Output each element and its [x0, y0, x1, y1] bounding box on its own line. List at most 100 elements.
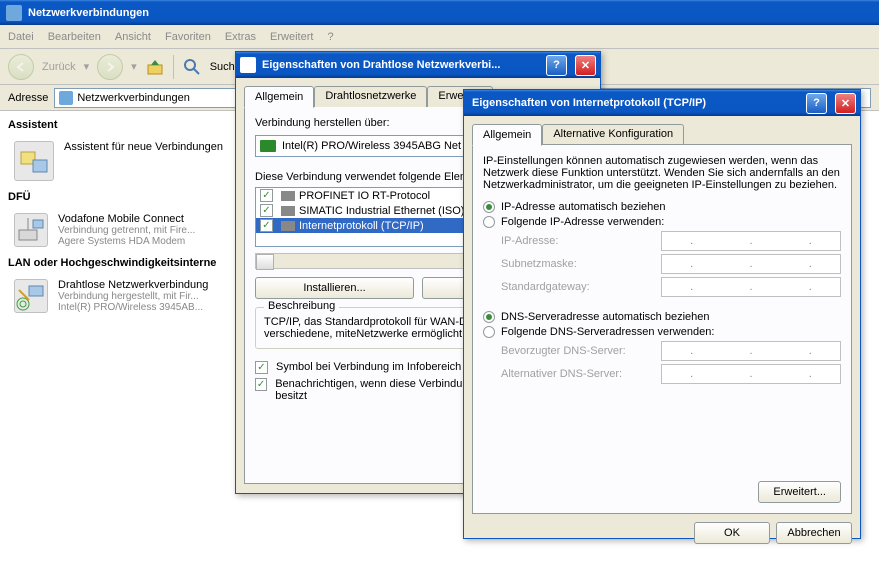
protocol-icon: [281, 221, 295, 231]
row-ip: IP-Adresse: ...: [501, 231, 841, 251]
menu-extras[interactable]: Extras: [225, 31, 256, 43]
radio-icon: [483, 326, 495, 338]
address-value: Netzwerkverbindungen: [77, 92, 190, 104]
protocol-icon: [281, 206, 295, 216]
input-ip[interactable]: ...: [661, 231, 841, 251]
adapter-name: Intel(R) PRO/Wireless 3945ABG Net: [282, 140, 461, 152]
back-dropdown-icon[interactable]: ▾: [84, 60, 90, 73]
up-folder-icon[interactable]: [145, 57, 165, 77]
advanced-button[interactable]: Erweitert...: [758, 481, 841, 503]
tab-drahtlosnetzwerke[interactable]: Drahtlosnetzwerke: [314, 86, 427, 107]
input-subnet[interactable]: ...: [661, 254, 841, 274]
row-subnet: Subnetzmaske: ...: [501, 254, 841, 274]
dlg2-titlebar[interactable]: Eigenschaften von Internetprotokoll (TCP…: [464, 90, 860, 116]
dlg1-title: Eigenschaften von Drahtlose Netzwerkverb…: [262, 59, 538, 71]
menu-file[interactable]: Datei: [8, 31, 34, 43]
lbl-subnet: Subnetzmaske:: [501, 258, 661, 270]
item-name: Assistent für neue Verbindungen: [64, 141, 223, 153]
forward-button[interactable]: [97, 54, 123, 80]
search-icon[interactable]: [182, 57, 202, 77]
proto-checkbox[interactable]: [260, 204, 273, 217]
item-status: Verbindung getrennt, mit Fire...: [58, 225, 195, 236]
back-button[interactable]: [8, 54, 34, 80]
row-dns2: Alternativer DNS-Server: ...: [501, 364, 841, 384]
menu-edit[interactable]: Bearbeiten: [48, 31, 101, 43]
back-label: Zurück: [42, 61, 76, 73]
row-dns1: Bevorzugter DNS-Server: ...: [501, 341, 841, 361]
ip-fields: IP-Adresse: ... Subnetzmaske: ... Standa…: [483, 231, 841, 297]
network-connections-icon: [6, 5, 22, 21]
address-icon: [59, 91, 73, 105]
protocol-icon: [281, 191, 295, 201]
item-name: Drahtlose Netzwerkverbindung: [58, 279, 208, 291]
input-dns1[interactable]: ...: [661, 341, 841, 361]
proto-name: Internetprotokoll (TCP/IP): [299, 220, 424, 232]
dlg2-title: Eigenschaften von Internetprotokoll (TCP…: [468, 97, 798, 109]
chk-tray-label: Symbol bei Verbindung im Infobereich an: [276, 361, 477, 373]
dlg2-buttons: OK Abbrechen: [472, 522, 852, 544]
input-gateway[interactable]: ...: [661, 277, 841, 297]
main-title: Netzwerkverbindungen: [28, 7, 149, 19]
tab-allgemein[interactable]: Allgemein: [244, 86, 314, 108]
proto-checkbox[interactable]: [260, 219, 273, 232]
lbl-ip: IP-Adresse:: [501, 235, 661, 247]
menu-view[interactable]: Ansicht: [115, 31, 151, 43]
dlg2-help-button[interactable]: ?: [806, 93, 827, 114]
chk-tray-icon[interactable]: [255, 361, 268, 374]
install-button[interactable]: Installieren...: [255, 277, 414, 299]
proto-name: PROFINET IO RT-Protocol: [299, 190, 430, 202]
radio-dns-auto[interactable]: DNS-Serveradresse automatisch beziehen: [483, 311, 841, 323]
menu-favorites[interactable]: Favoriten: [165, 31, 211, 43]
intro-text: IP-Einstellungen können automatisch zuge…: [483, 155, 841, 191]
item-text: Drahtlose Netzwerkverbindung Verbindung …: [58, 279, 208, 313]
ip-radio-group: IP-Adresse automatisch beziehen Folgende…: [483, 201, 841, 297]
dlg2-tabs: Allgemein Alternative Konfiguration: [472, 124, 852, 145]
toolbar-divider: [173, 55, 174, 79]
dns-fields: Bevorzugter DNS-Server: ... Alternativer…: [483, 341, 841, 384]
address-label: Adresse: [8, 92, 48, 104]
item-device: Intel(R) PRO/Wireless 3945AB...: [58, 302, 208, 313]
tab-allgemein2[interactable]: Allgemein: [472, 124, 542, 146]
input-dns2[interactable]: ...: [661, 364, 841, 384]
item-text: Assistent für neue Verbindungen: [64, 141, 223, 153]
nic-icon: [260, 140, 276, 152]
dlg1-titlebar[interactable]: Eigenschaften von Drahtlose Netzwerkverb…: [236, 52, 600, 78]
radio-ip-auto[interactable]: IP-Adresse automatisch beziehen: [483, 201, 841, 213]
dlg1-help-button[interactable]: ?: [546, 55, 567, 76]
item-text: Vodafone Mobile Connect Verbindung getre…: [58, 213, 195, 247]
radio-label: Folgende IP-Adresse verwenden:: [501, 216, 664, 228]
ok-button[interactable]: OK: [694, 522, 770, 544]
wireless-icon: [14, 279, 48, 313]
radio-label: IP-Adresse automatisch beziehen: [501, 201, 665, 213]
radio-icon: [483, 201, 495, 213]
item-status: Verbindung hergestellt, mit Fir...: [58, 291, 208, 302]
proto-checkbox[interactable]: [260, 189, 273, 202]
radio-ip-manual[interactable]: Folgende IP-Adresse verwenden:: [483, 216, 841, 228]
radio-label: Folgende DNS-Serveradressen verwenden:: [501, 326, 714, 338]
radio-label: DNS-Serveradresse automatisch beziehen: [501, 311, 710, 323]
radio-icon: [483, 216, 495, 228]
row-gateway: Standardgateway: ...: [501, 277, 841, 297]
dlg2-close-button[interactable]: ✕: [835, 93, 856, 114]
lbl-dns1: Bevorzugter DNS-Server:: [501, 345, 661, 357]
dlg2-body: Allgemein Alternative Konfiguration IP-E…: [464, 116, 860, 552]
menu-advanced[interactable]: Erweitert: [270, 31, 313, 43]
chk-notify-icon[interactable]: [255, 378, 267, 391]
wizard-icon: [14, 141, 54, 181]
menubar: Datei Bearbeiten Ansicht Favoriten Extra…: [0, 25, 879, 49]
main-titlebar: Netzwerkverbindungen: [0, 0, 879, 25]
radio-dns-manual[interactable]: Folgende DNS-Serveradressen verwenden:: [483, 326, 841, 338]
menu-help[interactable]: ?: [327, 31, 333, 43]
search-label[interactable]: Such: [210, 61, 235, 73]
item-device: Agere Systems HDA Modem: [58, 236, 195, 247]
cancel-button[interactable]: Abbrechen: [776, 522, 852, 544]
item-name: Vodafone Mobile Connect: [58, 213, 195, 225]
description-title: Beschreibung: [264, 300, 339, 312]
lbl-dns2: Alternativer DNS-Server:: [501, 368, 661, 380]
advanced-row: Erweitert...: [758, 481, 841, 503]
tab-alt-config[interactable]: Alternative Konfiguration: [542, 124, 684, 145]
dlg2-panel: IP-Einstellungen können automatisch zuge…: [472, 144, 852, 514]
forward-dropdown-icon[interactable]: ▾: [131, 60, 137, 73]
dns-radio-group: DNS-Serveradresse automatisch beziehen F…: [483, 311, 841, 384]
dlg1-close-button[interactable]: ✕: [575, 55, 596, 76]
